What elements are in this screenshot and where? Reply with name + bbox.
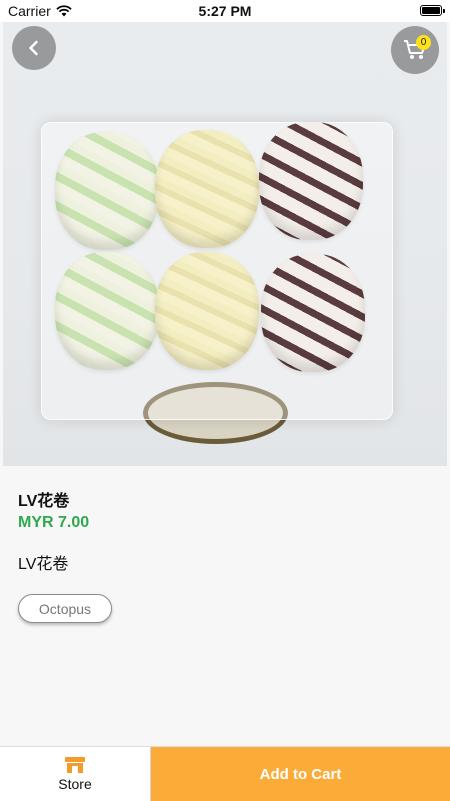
battery-icon: [420, 5, 445, 16]
status-time: 5:27 PM: [198, 3, 252, 19]
product-description: LV花卷: [18, 556, 69, 573]
status-bar: Carrier 5:27 PM: [0, 0, 450, 22]
store-label: Store: [58, 776, 92, 792]
store-icon: [65, 757, 85, 773]
cart-count-badge: 0: [416, 35, 431, 50]
product-image: [3, 22, 447, 466]
bun-brown-bottom: [261, 254, 365, 372]
add-to-cart-button[interactable]: Add to Cart: [151, 747, 450, 801]
chevron-left-icon: [29, 40, 38, 56]
product-price: MYR 7.00: [18, 514, 90, 531]
bun-cream-top: [155, 130, 259, 248]
product-info: LV花卷 MYR 7.00: [18, 487, 89, 532]
product-tag[interactable]: Octopus: [18, 594, 112, 623]
bun-cream-bottom: [155, 252, 259, 370]
back-button[interactable]: [12, 26, 56, 70]
bun-green-bottom: [55, 252, 159, 370]
product-title: LV花卷: [18, 493, 70, 510]
cart-button[interactable]: 0: [391, 26, 439, 74]
bun-green-top: [55, 132, 159, 250]
bun-brown-top: [259, 122, 363, 240]
store-button[interactable]: Store: [0, 747, 151, 801]
bottom-bar: Store Add to Cart: [0, 746, 450, 801]
